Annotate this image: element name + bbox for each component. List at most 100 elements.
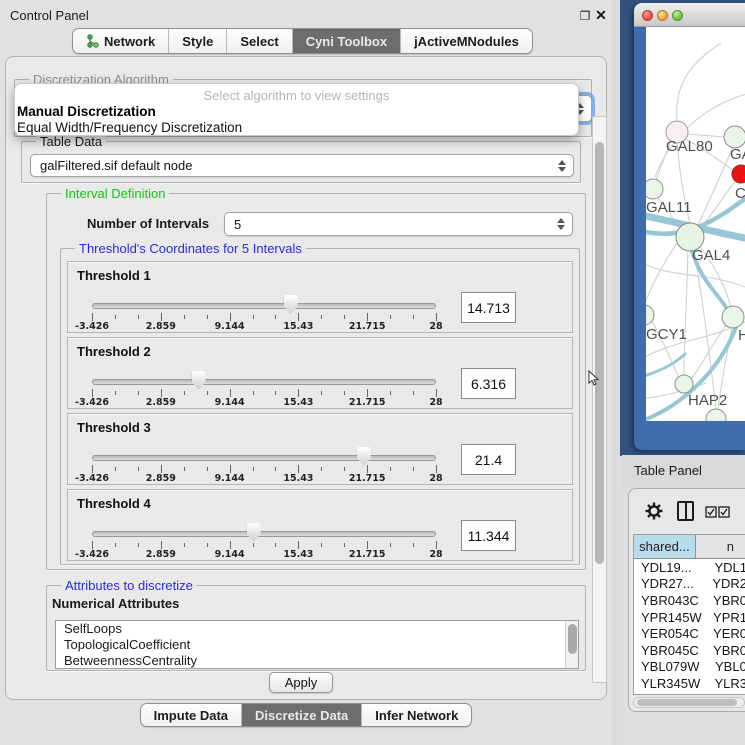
threshold-1-slider-thumb[interactable] xyxy=(284,295,298,314)
algorithm-dropdown-popup: Select algorithm to view settings Manual… xyxy=(14,83,579,136)
threshold-4-value-field[interactable]: 11.344 xyxy=(461,520,516,551)
slider-ticks xyxy=(92,389,436,397)
table-row[interactable]: YDL19...YDL1 xyxy=(634,559,745,576)
node-gal11[interactable] xyxy=(646,179,663,199)
mouse-cursor xyxy=(588,370,600,387)
list-item[interactable]: BetweennessCentrality xyxy=(56,653,578,669)
close-traffic-light-icon[interactable] xyxy=(642,10,653,21)
combo-stepper-icon xyxy=(557,218,565,230)
table-row[interactable]: YBR043CYBR0 xyxy=(634,592,745,609)
tab-network[interactable]: Network xyxy=(73,29,169,53)
network-canvas[interactable]: GAL80 GA C GAL11 GAL4 GCY1 H HAP2 xyxy=(646,27,745,421)
list-item[interactable]: SelfLoops xyxy=(56,621,578,637)
number-of-intervals-value: 5 xyxy=(234,217,241,232)
tab-cyni-toolbox[interactable]: Cyni Toolbox xyxy=(293,29,401,53)
list-item[interactable]: TopologicalCoefficient xyxy=(56,637,578,653)
tab-style[interactable]: Style xyxy=(169,29,227,53)
group-title: Attributes to discretize xyxy=(61,578,197,593)
scrollbar-thumb[interactable] xyxy=(637,699,737,706)
panel-scrollbar[interactable] xyxy=(592,116,607,683)
group-title: Threshold's Coordinates for 5 Intervals xyxy=(75,241,306,256)
node-label: GAL11 xyxy=(646,199,692,216)
node-label: H xyxy=(738,327,745,344)
float-window-icon[interactable]: ❐ xyxy=(578,9,592,23)
node-selected-red[interactable] xyxy=(732,165,745,183)
node-partial-bottom[interactable] xyxy=(706,409,726,421)
dropdown-option-equal-width-frequency[interactable]: Equal Width/Frequency Discretization xyxy=(17,120,242,135)
threshold-coordinates-group: Threshold's Coordinates for 5 Intervals … xyxy=(60,248,580,565)
tab-impute-data[interactable]: Impute Data xyxy=(141,704,242,726)
table-row[interactable]: YLR345WYLR3 xyxy=(634,675,745,692)
node-attribute-table[interactable]: shared... n YDL19...YDL1 YDR27...YDR2 YB… xyxy=(633,534,745,695)
threshold-1-value-field[interactable]: 14.713 xyxy=(461,292,516,323)
cyni-toolbox-panel: Discretization Algorithm Select algorith… xyxy=(5,56,607,700)
dropdown-option-manual-discretization[interactable]: Manual Discretization xyxy=(17,104,156,119)
threshold-3-slider[interactable] xyxy=(92,455,436,461)
table-row[interactable]: YBR045CYBR0 xyxy=(634,642,745,659)
table-data-combobox[interactable]: galFiltered.sif default node xyxy=(30,154,574,177)
tab-jactivemnodules[interactable]: jActiveMNodules xyxy=(401,29,532,53)
threshold-4-slider[interactable] xyxy=(92,531,436,537)
table-row[interactable]: YIL052CYIL0 xyxy=(634,692,745,695)
table-row[interactable]: YBL079WYBL0 xyxy=(634,659,745,676)
node-label: GAL4 xyxy=(692,247,730,264)
control-panel: Control Panel ❐ ✕ Network Style Select C… xyxy=(0,0,612,745)
threshold-1-row: Threshold 1 -3.426 2.859 9.144 15.43 21.… xyxy=(67,261,573,333)
table-horizontal-scrollbar[interactable] xyxy=(633,697,745,708)
table-header-row: shared... n xyxy=(634,535,745,559)
table-row[interactable]: YDR27...YDR2 xyxy=(634,576,745,593)
network-view-window: GAL80 GA C GAL11 GAL4 GCY1 H HAP2 xyxy=(634,3,745,450)
panel-title: Control Panel xyxy=(10,8,89,23)
top-tab-bar: Network Style Select Cyni Toolbox jActiv… xyxy=(72,28,533,54)
network-icon xyxy=(86,34,99,48)
column-header-shared-name[interactable]: shared... xyxy=(634,535,696,559)
numerical-attributes-list[interactable]: SelfLoops TopologicalCoefficient Between… xyxy=(55,620,579,669)
apply-button[interactable]: Apply xyxy=(269,672,333,693)
number-of-intervals-label: Number of Intervals xyxy=(87,216,209,231)
table-data-group: Table Data galFiltered.sif default node xyxy=(21,141,581,183)
tab-discretize-data[interactable]: Discretize Data xyxy=(242,704,362,726)
table-row[interactable]: YPR145WYPR1 xyxy=(634,609,745,626)
minimize-traffic-light-icon[interactable] xyxy=(657,10,668,21)
tab-infer-network[interactable]: Infer Network xyxy=(362,704,471,726)
threshold-1-slider[interactable] xyxy=(92,303,436,309)
network-graph: GAL80 GA C GAL11 GAL4 GCY1 H HAP2 xyxy=(646,27,745,421)
threshold-3-slider-thumb[interactable] xyxy=(357,447,371,466)
slider-ticks xyxy=(92,313,436,321)
threshold-3-value-field[interactable]: 21.4 xyxy=(461,444,516,475)
attributes-to-discretize-group: Attributes to discretize Numerical Attri… xyxy=(46,585,586,671)
slider-ticks xyxy=(92,465,436,473)
threshold-2-slider[interactable] xyxy=(92,379,436,385)
node-partial-right[interactable] xyxy=(722,306,744,328)
number-of-intervals-combobox[interactable]: 5 xyxy=(224,212,573,236)
node-label: HAP2 xyxy=(688,392,727,409)
group-title: Interval Definition xyxy=(61,186,169,201)
tab-label: Network xyxy=(104,34,155,49)
threshold-2-slider-thumb[interactable] xyxy=(192,371,206,390)
close-icon[interactable]: ✕ xyxy=(594,7,608,24)
table-panel-header: Table Panel xyxy=(622,455,745,488)
gear-icon[interactable] xyxy=(644,501,664,521)
list-scrollbar[interactable] xyxy=(565,621,578,668)
zoom-traffic-light-icon[interactable] xyxy=(672,10,683,21)
threshold-4-slider-thumb[interactable] xyxy=(247,523,261,542)
node-hap2[interactable] xyxy=(675,375,693,393)
split-panel-icon[interactable] xyxy=(677,501,694,521)
threshold-3-row: Threshold 3 -3.426 2.859 9.144 15.43 21.… xyxy=(67,413,573,485)
table-panel-title: Table Panel xyxy=(634,463,702,478)
network-window-titlebar[interactable] xyxy=(634,3,745,27)
scrollbar-thumb[interactable] xyxy=(595,142,604,564)
threshold-4-row: Threshold 4 -3.426 2.859 9.144 15.43 21.… xyxy=(67,489,573,561)
threshold-2-value-field[interactable]: 6.316 xyxy=(461,368,516,399)
scrollbar-thumb[interactable] xyxy=(568,624,577,654)
node-partial-top-right[interactable] xyxy=(724,126,745,148)
node-label: GAL80 xyxy=(666,138,713,155)
checkbox-columns-icon[interactable] xyxy=(705,506,731,518)
column-header-name[interactable]: n xyxy=(696,535,745,559)
combo-stepper-icon xyxy=(558,160,566,172)
numerical-attributes-label: Numerical Attributes xyxy=(52,596,179,611)
tab-select[interactable]: Select xyxy=(227,29,292,53)
table-row[interactable]: YER054CYER0 xyxy=(634,625,745,642)
node-label: C xyxy=(735,185,745,202)
interval-definition-group: Interval Definition Number of Intervals … xyxy=(46,193,586,570)
